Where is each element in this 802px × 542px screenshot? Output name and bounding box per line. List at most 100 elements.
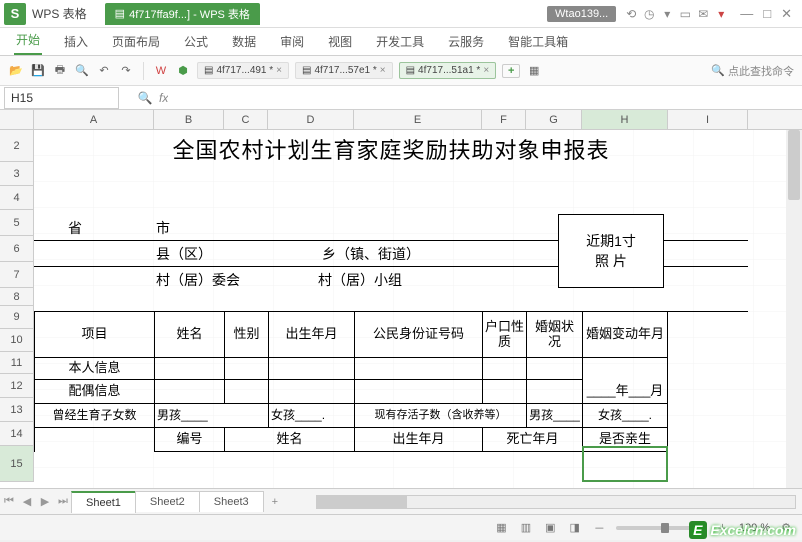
hscroll-thumb[interactable] (317, 496, 407, 508)
tab-view[interactable]: 视图 (326, 28, 354, 55)
tab-layout[interactable]: 页面布局 (110, 28, 162, 55)
fx-search-icon[interactable]: 🔍 (133, 91, 157, 105)
vscroll-thumb[interactable] (788, 130, 800, 200)
view-normal-icon[interactable]: ▦ (493, 521, 509, 534)
zoom-out-icon[interactable]: － (591, 520, 608, 536)
row-15[interactable]: 15 (0, 446, 34, 482)
reading-mode-icon[interactable]: ◨ (567, 521, 583, 534)
sheet-tab-3[interactable]: Sheet3 (199, 491, 264, 512)
doc-tab-1[interactable]: ▤4f717...491 *× (197, 62, 289, 79)
sheet-tab-1[interactable]: Sheet1 (71, 491, 136, 513)
row-2[interactable]: 2 (0, 130, 34, 162)
zoom-in-icon[interactable]: ＋ (714, 520, 731, 536)
minimize-button[interactable]: — (740, 6, 753, 22)
redo-icon[interactable]: ↷ (118, 63, 134, 79)
sheet-prev-icon[interactable]: ◀ (18, 495, 36, 508)
close-button[interactable]: ✕ (781, 6, 792, 22)
row-9[interactable]: 9 (0, 306, 34, 329)
name-box[interactable]: H15 (4, 87, 119, 109)
row-7[interactable]: 7 (0, 262, 34, 288)
fx-label[interactable]: fx (159, 91, 168, 105)
select-all-corner[interactable] (0, 110, 34, 129)
vip-icon[interactable]: ▾ (712, 7, 730, 21)
sheet-last-icon[interactable]: ⏭ (54, 495, 72, 508)
row-14[interactable]: 14 (0, 422, 34, 446)
row-5[interactable]: 5 (0, 210, 34, 236)
quick-toolbar: 📂 💾 🖶 🔍 ↶ ↷ W ⬢ ▤4f717...491 *× ▤4f717..… (0, 56, 802, 86)
preview-icon[interactable]: 🔍 (74, 63, 90, 79)
doc-tab-2-label: 4f717...57e1 * (314, 65, 376, 76)
separator (143, 62, 144, 80)
settings-icon[interactable]: ⚙ (778, 521, 794, 534)
row-10[interactable]: 10 (0, 329, 34, 352)
row-11[interactable]: 11 (0, 352, 34, 374)
sync-icon[interactable]: ◷ (640, 7, 658, 21)
zoom-slider[interactable] (616, 526, 706, 530)
open-icon[interactable]: 📂 (8, 63, 24, 79)
maximize-button[interactable]: □ (763, 6, 771, 22)
tab-cloud[interactable]: 云服务 (446, 28, 486, 55)
tab-start[interactable]: 开始 (14, 26, 42, 55)
doc-tab-3[interactable]: ▤4f717...51a1 *× (399, 62, 497, 79)
print-icon[interactable]: 🖶 (52, 63, 68, 79)
document-tab[interactable]: ▤ 4f717ffa9f...] - WPS 表格 (105, 3, 260, 25)
cube-icon[interactable]: ⬢ (175, 63, 191, 79)
col-G[interactable]: G (526, 110, 582, 129)
column-headers: A B C D E F G H I (0, 110, 802, 130)
doc-tab-2[interactable]: ▤4f717...57e1 *× (295, 62, 393, 79)
col-A[interactable]: A (34, 110, 154, 129)
new-tab-button[interactable]: + (502, 64, 520, 78)
view-break-icon[interactable]: ▣ (542, 521, 558, 534)
view-page-icon[interactable]: ▥ (518, 521, 534, 534)
add-sheet-button[interactable]: + (264, 496, 286, 508)
hdr-name: 姓名 (154, 312, 224, 358)
col-D[interactable]: D (268, 110, 354, 129)
cell-boy2: 男孩____ (526, 404, 582, 428)
row-13[interactable]: 13 (0, 398, 34, 422)
close-icon[interactable]: × (483, 65, 489, 76)
col-F[interactable]: F (482, 110, 526, 129)
horizontal-scrollbar[interactable] (316, 495, 796, 509)
row-4[interactable]: 4 (0, 186, 34, 210)
row-6[interactable]: 6 (0, 236, 34, 262)
sheet-tab-2[interactable]: Sheet2 (135, 491, 200, 512)
wps-logo-icon[interactable]: W (153, 63, 169, 79)
row-12[interactable]: 12 (0, 374, 34, 398)
close-icon[interactable]: × (276, 65, 282, 76)
tab-dev[interactable]: 开发工具 (374, 28, 426, 55)
refresh-icon[interactable]: ⟲ (622, 7, 640, 21)
col-E[interactable]: E (354, 110, 482, 129)
form-row-children: 曾经生育子女数 男孩____ 女孩____. 现有存活子数（含收养等） 男孩__… (34, 404, 748, 428)
sheet-first-icon[interactable]: ⏮ (0, 495, 18, 508)
skin-icon[interactable]: ▭ (676, 7, 694, 21)
vertical-scrollbar[interactable] (786, 130, 802, 488)
sheet-next-icon[interactable]: ▶ (36, 495, 54, 508)
search-commands[interactable]: 🔍点此查找命令 (711, 63, 794, 79)
gift-icon[interactable]: ✉ (694, 7, 712, 21)
label-village: 村（居）委会 (68, 270, 288, 290)
dropdown-icon[interactable]: ▾ (658, 7, 676, 21)
col-B[interactable]: B (154, 110, 224, 129)
close-icon[interactable]: × (380, 65, 386, 76)
search-label: 点此查找命令 (728, 63, 794, 79)
zoom-level[interactable]: 100 % (739, 522, 770, 534)
col-C[interactable]: C (224, 110, 268, 129)
row-8[interactable]: 8 (0, 288, 34, 306)
tab-review[interactable]: 审阅 (278, 28, 306, 55)
tab-data[interactable]: 数据 (230, 28, 258, 55)
tab-list-icon[interactable]: ▦ (526, 63, 542, 79)
doc-tab-3-label: 4f717...51a1 * (418, 65, 480, 76)
tab-formula[interactable]: 公式 (182, 28, 210, 55)
undo-icon[interactable]: ↶ (96, 63, 112, 79)
row-3[interactable]: 3 (0, 162, 34, 186)
save-icon[interactable]: 💾 (30, 63, 46, 79)
user-tab[interactable]: Wtao139... (547, 6, 616, 22)
spreadsheet-grid[interactable]: A B C D E F G H I 2 3 4 5 6 7 8 9 10 11 … (0, 110, 802, 488)
col-I[interactable]: I (668, 110, 748, 129)
tab-smart[interactable]: 智能工具箱 (506, 28, 570, 55)
col-H[interactable]: H (582, 110, 668, 129)
tab-insert[interactable]: 插入 (62, 28, 90, 55)
search-icon: 🔍 (711, 64, 725, 77)
formula-input[interactable] (168, 87, 802, 109)
hdr-birth: 出生年月 (268, 312, 354, 358)
